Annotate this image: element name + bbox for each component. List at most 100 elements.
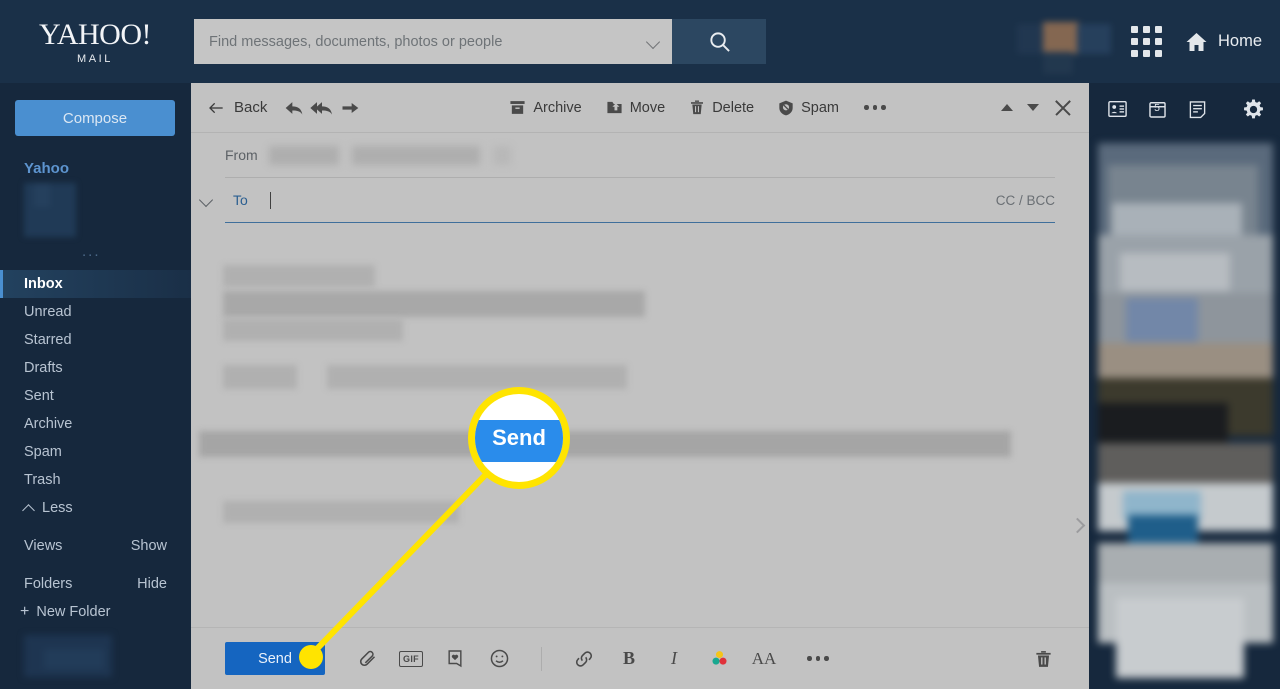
account-name-label[interactable]: Yahoo (24, 160, 191, 177)
sidebar-less-label: Less (42, 500, 73, 516)
calendar-day-label: 5 (1154, 102, 1160, 114)
sidebar-item-unread[interactable]: Unread (0, 298, 191, 326)
custom-folder-blurred[interactable] (24, 635, 112, 677)
back-button[interactable]: Back (207, 92, 276, 124)
callout-target-dot (299, 645, 323, 669)
sidebar-views-row[interactable]: Views Show (0, 532, 191, 560)
search-button[interactable] (672, 19, 766, 64)
message-toolbar: Back Archive Move Delete Spam (191, 83, 1089, 133)
folder-nav-list: Inbox Unread Starred Drafts Sent Archive… (0, 270, 191, 677)
triangle-up-icon[interactable] (1001, 104, 1013, 111)
compose-button[interactable]: Compose (15, 100, 175, 136)
paperclip-icon[interactable] (355, 647, 379, 671)
sidebar-item-label: Trash (24, 472, 61, 488)
sidebar-item-label: Unread (24, 304, 72, 320)
link-icon[interactable] (572, 647, 596, 671)
to-field-row[interactable]: To CC / BCC (198, 178, 1055, 223)
chevron-down-icon[interactable] (198, 192, 214, 208)
more-horizontal-icon[interactable] (854, 105, 896, 110)
triangle-down-icon[interactable] (1027, 104, 1039, 111)
close-icon[interactable] (1053, 98, 1073, 118)
sidebar-item-inbox[interactable]: Inbox (0, 270, 191, 298)
calendar-icon[interactable]: 5 (1145, 97, 1169, 121)
archive-button[interactable]: Archive (500, 92, 590, 124)
sidebar-item-spam[interactable]: Spam (0, 438, 191, 466)
new-folder-label: New Folder (36, 604, 111, 620)
search-box[interactable] (194, 19, 672, 64)
account-email-blurred (24, 183, 76, 237)
contacts-card-icon[interactable] (1105, 97, 1129, 121)
sidebar-item-label: Starred (24, 332, 72, 348)
header-right-group: Home (1016, 18, 1280, 74)
top-header-bar: YAHOO! MAIL Find messages, documents, ph… (0, 0, 1280, 83)
to-label: To (233, 192, 248, 208)
formatting-tools-group: B I AA (572, 647, 839, 671)
chevron-up-icon (22, 503, 35, 517)
message-body-area[interactable] (191, 223, 1089, 583)
reply-all-icon[interactable] (310, 96, 334, 120)
sidebar-folders-row[interactable]: Folders Hide (0, 570, 191, 598)
navigation-actions-group (1001, 98, 1073, 118)
home-icon (1186, 32, 1207, 51)
forward-icon[interactable] (338, 96, 362, 120)
sidebar-item-archive[interactable]: Archive (0, 410, 191, 438)
right-sidebar: 5 (1089, 83, 1280, 689)
compose-toolbar: Send GIF B I AA (191, 627, 1089, 689)
font-size-icon[interactable]: AA (752, 647, 777, 671)
reply-icon[interactable] (282, 96, 306, 120)
send-button-callout: Send (468, 387, 570, 489)
home-label: Home (1217, 32, 1262, 50)
greeting-card-icon[interactable] (443, 647, 467, 671)
cc-bcc-toggle[interactable]: CC / BCC (996, 193, 1055, 208)
spam-label: Spam (801, 99, 839, 116)
gif-icon[interactable]: GIF (399, 650, 423, 667)
delete-label: Delete (712, 99, 755, 116)
account-more-dots[interactable]: ... (82, 243, 191, 260)
sidebar-item-sent[interactable]: Sent (0, 382, 191, 410)
right-sidebar-icons: 5 (1089, 83, 1280, 135)
sidebar-item-label: Sent (24, 388, 54, 404)
chevron-down-icon[interactable] (646, 34, 662, 50)
italic-icon[interactable]: I (662, 647, 686, 671)
spam-button[interactable]: Spam (769, 92, 848, 124)
yahoo-mail-logo[interactable]: YAHOO! MAIL (0, 18, 190, 66)
bold-icon[interactable]: B (617, 647, 641, 671)
notepad-icon[interactable] (1185, 97, 1209, 121)
views-show-action[interactable]: Show (131, 538, 167, 554)
move-label: Move (629, 99, 666, 116)
sidebar-item-trash[interactable]: Trash (0, 466, 191, 494)
emoji-smiley-icon[interactable] (487, 647, 511, 671)
search-input[interactable] (209, 33, 646, 50)
more-horizontal-icon[interactable] (797, 656, 839, 661)
text-color-icon[interactable] (707, 647, 731, 671)
nav-divider (0, 522, 191, 532)
delete-button[interactable]: Delete (680, 92, 763, 124)
sidebar-item-label: Inbox (24, 276, 63, 292)
compose-fields: From To CC / BCC (191, 133, 1089, 223)
folders-hide-action[interactable]: Hide (137, 576, 167, 592)
discard-draft-button[interactable] (1031, 647, 1055, 671)
archive-icon (510, 101, 525, 114)
from-address-blurred[interactable] (269, 145, 511, 165)
sidebar-item-starred[interactable]: Starred (0, 326, 191, 354)
sidebar-item-drafts[interactable]: Drafts (0, 354, 191, 382)
account-avatar-blurred[interactable] (1016, 18, 1111, 74)
chevron-right-icon[interactable] (1069, 517, 1086, 534)
new-folder-button[interactable]: + New Folder (0, 598, 191, 626)
move-button[interactable]: Move (597, 92, 674, 124)
shield-spam-icon (779, 100, 793, 115)
folders-label: Folders (24, 576, 73, 592)
from-field-row: From (225, 133, 1055, 178)
left-sidebar: Compose Yahoo ... Inbox Unread Starred D… (0, 83, 191, 689)
gear-icon[interactable] (1241, 97, 1265, 121)
apps-grid-icon[interactable] (1130, 26, 1162, 57)
from-label: From (225, 147, 258, 163)
yahoo-wordmark: YAHOO! (39, 18, 152, 51)
move-folder-icon (607, 101, 622, 114)
callout-send-label: Send (492, 425, 546, 450)
plus-icon: + (20, 603, 30, 620)
home-link[interactable]: Home (1184, 30, 1262, 54)
arrow-left-icon (209, 102, 223, 113)
sidebar-less-toggle[interactable]: Less (0, 494, 191, 522)
advertisement-blurred[interactable] (1098, 143, 1273, 678)
